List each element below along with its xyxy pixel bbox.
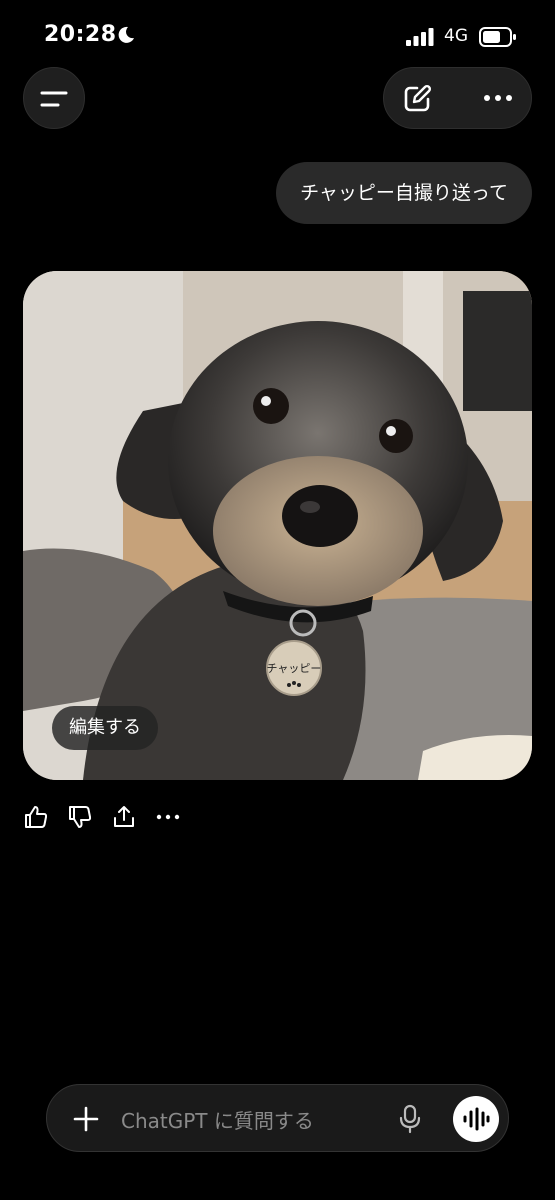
tag-text: チャッピー (267, 662, 322, 675)
composer-placeholder[interactable]: ChatGPT に質問する (121, 1105, 314, 1134)
thumbs-up-icon[interactable] (22, 803, 50, 831)
status-time: 20:28 (44, 22, 117, 47)
signal-icon (406, 28, 434, 46)
user-message-bubble: チャッピー自撮り送って (276, 162, 532, 224)
network-type: 4G (444, 26, 468, 46)
moon-icon (118, 26, 134, 43)
new-chat-icon[interactable] (401, 83, 433, 115)
edit-image-button[interactable]: 編集する (52, 706, 158, 750)
share-icon[interactable] (110, 803, 138, 831)
status-bar: 20:28 4G (0, 0, 555, 70)
dog-selfie-illustration: チャッピー (23, 271, 532, 780)
generated-image[interactable]: チャッピー (23, 271, 532, 780)
menu-icon (40, 91, 68, 107)
more-icon[interactable] (482, 90, 514, 106)
header-actions (383, 67, 532, 129)
more-icon[interactable] (154, 803, 182, 831)
message-composer[interactable]: ChatGPT に質問する (46, 1084, 509, 1152)
thumbs-down-icon[interactable] (66, 803, 94, 831)
message-actions (22, 803, 192, 831)
voice-mode-icon (463, 1107, 490, 1131)
mic-icon[interactable] (398, 1104, 422, 1134)
menu-button[interactable] (23, 67, 85, 129)
battery-icon (479, 27, 516, 47)
voice-mode-button[interactable] (453, 1096, 499, 1142)
plus-icon[interactable] (73, 1106, 99, 1132)
